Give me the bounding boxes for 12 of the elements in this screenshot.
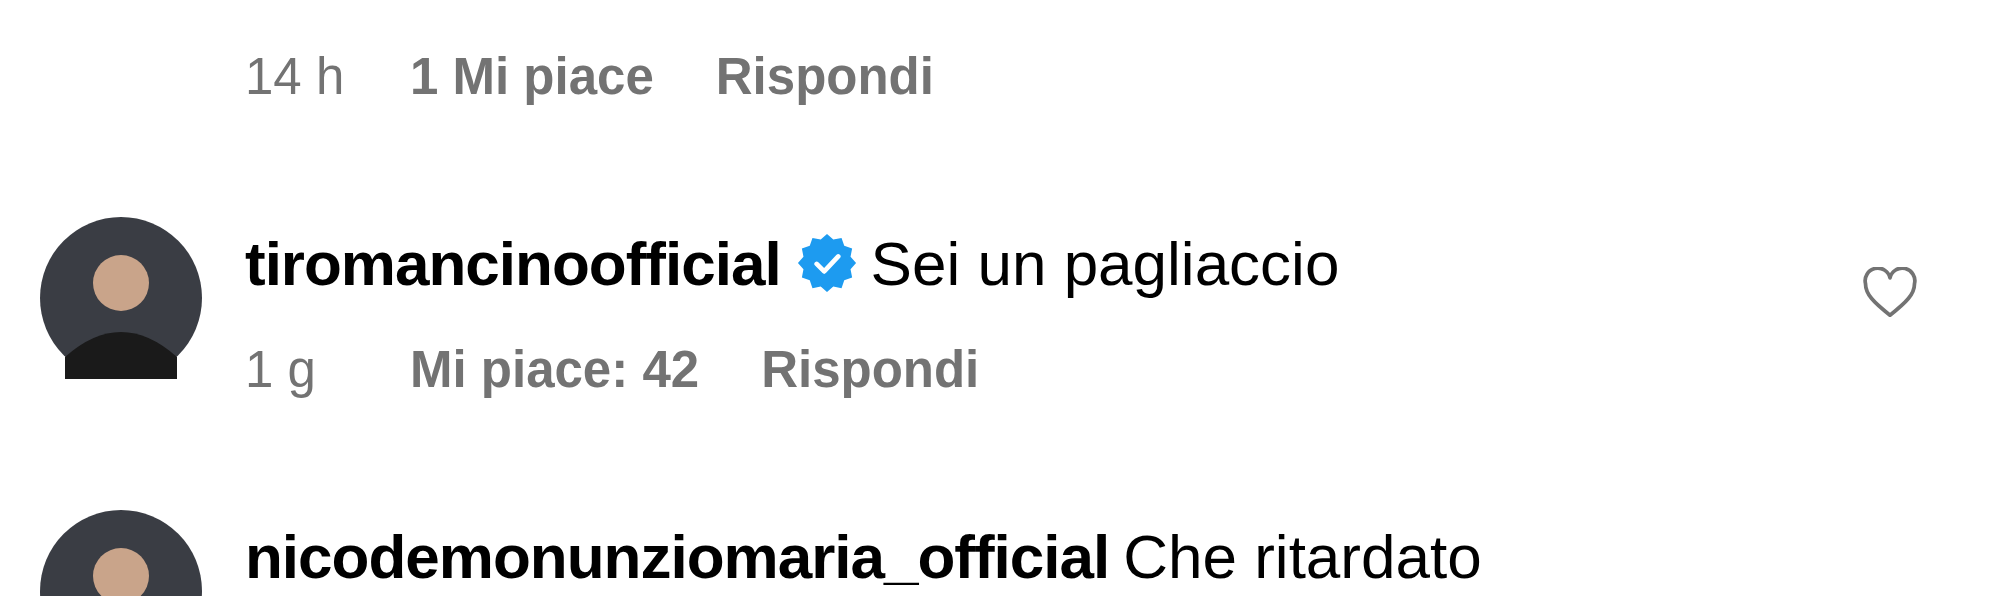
likes-count[interactable]: 1 Mi piace [410, 46, 654, 106]
avatar[interactable] [40, 217, 202, 379]
username[interactable]: tiromancinoofficial [245, 227, 781, 299]
comment-time: 14 h [245, 46, 346, 106]
comment-text: Che ritardato [1123, 520, 1482, 592]
comment-text: Sei un pagliaccio [870, 227, 1340, 299]
likes-count[interactable]: Mi piace: 42 [410, 339, 700, 399]
like-button[interactable] [1862, 267, 1918, 319]
username[interactable]: nicodemonunziomaria_official [245, 520, 1110, 592]
reply-link[interactable]: Rispondi [761, 339, 980, 399]
comment-time: 1 g [245, 339, 317, 399]
reply-link[interactable]: Rispondi [715, 46, 934, 106]
